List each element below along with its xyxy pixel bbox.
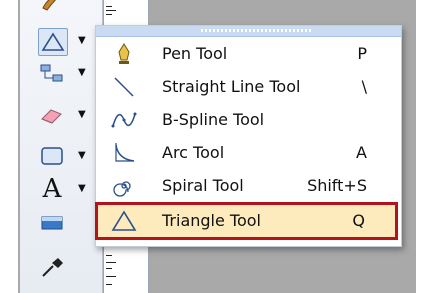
shape-tool-group[interactable]: ▼ bbox=[26, 141, 90, 171]
menu-grip[interactable] bbox=[96, 26, 401, 37]
tools-palette: ▼ ▼ ▼ ▼ A ▼ bbox=[20, 0, 103, 293]
chevron-down-icon[interactable]: ▼ bbox=[78, 109, 86, 120]
brush-icon bbox=[38, 0, 66, 14]
tool-flyout-menu: Pen Tool P Straight Line Tool \ B-Spline… bbox=[95, 25, 402, 247]
chevron-down-icon[interactable]: ▼ bbox=[78, 35, 86, 46]
menu-item-bspline-tool[interactable]: B-Spline Tool bbox=[98, 104, 397, 136]
chevron-down-icon[interactable]: ▼ bbox=[78, 150, 86, 161]
text-tool-group[interactable]: A ▼ bbox=[26, 174, 90, 204]
chevron-down-icon[interactable]: ▼ bbox=[78, 67, 86, 78]
color-swatch-tool[interactable] bbox=[26, 208, 90, 238]
menu-item-label: Spiral Tool bbox=[162, 176, 244, 195]
arc-icon bbox=[110, 141, 138, 165]
rectangle-icon bbox=[38, 143, 66, 169]
eyedropper-icon bbox=[38, 254, 66, 280]
menu-item-shortcut: \ bbox=[361, 77, 367, 96]
menu-item-shortcut: A bbox=[356, 143, 367, 162]
brush-tool[interactable] bbox=[26, 0, 90, 16]
menu-item-shortcut: P bbox=[357, 44, 367, 63]
triangle-icon bbox=[38, 28, 68, 56]
connector-tool-group[interactable]: ▼ bbox=[26, 58, 90, 88]
color-swatch-icon bbox=[38, 210, 66, 236]
bspline-icon bbox=[110, 108, 138, 132]
menu-item-spiral-tool[interactable]: Spiral Tool Shift+S bbox=[98, 170, 397, 202]
right-margin bbox=[416, 0, 421, 293]
menu-item-straight-line-tool[interactable]: Straight Line Tool \ bbox=[98, 71, 397, 103]
menu-item-label: Triangle Tool bbox=[162, 211, 261, 230]
eyedropper-tool[interactable] bbox=[26, 252, 90, 282]
connector-icon bbox=[38, 60, 66, 86]
menu-item-label: B-Spline Tool bbox=[162, 110, 265, 129]
menu-item-arc-tool[interactable]: Arc Tool A bbox=[98, 137, 397, 169]
menu-item-label: Straight Line Tool bbox=[162, 77, 301, 96]
chevron-down-icon[interactable]: ▼ bbox=[78, 183, 86, 194]
menu-item-shortcut: Q bbox=[352, 211, 365, 230]
menu-item-pen-tool[interactable]: Pen Tool P bbox=[98, 38, 397, 70]
spiral-icon bbox=[110, 174, 138, 198]
menu-item-triangle-tool[interactable]: Triangle Tool Q bbox=[95, 202, 398, 240]
menu-item-label: Pen Tool bbox=[162, 44, 228, 63]
text-icon: A bbox=[42, 174, 62, 204]
pen-icon bbox=[110, 42, 138, 66]
eraser-tool-group[interactable]: ▼ bbox=[26, 100, 90, 130]
menu-item-shortcut: Shift+S bbox=[307, 176, 367, 195]
eraser-icon bbox=[38, 102, 66, 128]
triangle-tool-group[interactable]: ▼ bbox=[26, 26, 90, 56]
menu-item-label: Arc Tool bbox=[162, 143, 225, 162]
straight-line-icon bbox=[110, 75, 138, 99]
triangle-icon bbox=[110, 209, 138, 233]
